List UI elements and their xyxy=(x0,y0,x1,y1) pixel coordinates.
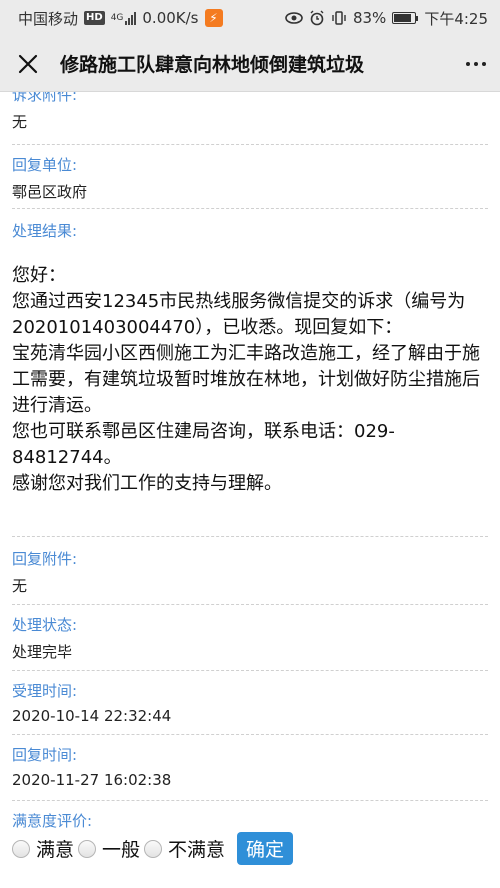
result-line: 感谢您对我们工作的支持与理解。 xyxy=(12,473,282,494)
more-dot-icon xyxy=(482,61,486,66)
page-title: 修路施工队肆意向林地倾倒建筑垃圾 xyxy=(60,54,365,76)
reply-time-label: 回复时间: xyxy=(12,746,78,764)
status-value: 处理完毕 xyxy=(12,643,73,661)
satisfaction-option-label: 一般 xyxy=(102,839,141,861)
appeal-attachment-label: 诉求附件: xyxy=(12,92,78,104)
alarm-icon xyxy=(310,10,324,26)
more-dot-icon xyxy=(474,61,478,66)
reply-unit-value: 鄠邑区政府 xyxy=(12,183,88,201)
satisfaction-radio-satisfied[interactable] xyxy=(12,839,30,858)
status-label: 处理状态: xyxy=(12,616,78,634)
appeal-attachment-field: 诉求附件: 无 xyxy=(12,92,77,132)
network-type: 4G xyxy=(110,13,124,23)
close-icon xyxy=(18,54,38,73)
result-line: 您好： xyxy=(12,265,66,286)
divider xyxy=(12,208,488,209)
result-line: 您通过西安12345市民热线服务微信提交的诉求（编号为2020101403004… xyxy=(12,291,466,338)
close-button[interactable] xyxy=(14,50,42,78)
hd-icon: HD xyxy=(84,11,105,25)
result-field: 处理结果: 您好： 您通过西安12345市民热线服务微信提交的诉求（编号为202… xyxy=(12,220,488,497)
detail-content: 诉求附件: 无 回复单位: 鄠邑区政府 处理结果: 您好： 您通过西安12345… xyxy=(0,92,500,888)
signal-icon xyxy=(125,11,137,25)
accept-time-value: 2020-10-14 22:32:44 xyxy=(12,707,172,725)
reply-time-value: 2020-11-27 16:02:38 xyxy=(12,771,172,789)
accept-time-field: 受理时间: 2020-10-14 22:32:44 xyxy=(12,680,171,725)
accept-time-label: 受理时间: xyxy=(12,682,78,700)
eye-icon xyxy=(285,12,303,24)
more-menu-button[interactable] xyxy=(446,50,486,78)
clock: 下午4:25 xyxy=(424,9,488,28)
battery-percent: 83% xyxy=(352,9,387,27)
divider xyxy=(12,670,488,671)
reply-time-field: 回复时间: 2020-11-27 16:02:38 xyxy=(12,744,171,789)
result-label: 处理结果: xyxy=(12,222,78,240)
satisfaction-radio-average[interactable] xyxy=(78,839,97,858)
divider xyxy=(12,800,488,801)
battery-icon xyxy=(392,12,419,24)
reply-attachment-value: 无 xyxy=(12,577,28,595)
satisfaction-rating: 满意 一般 不满意 确定 xyxy=(12,832,294,865)
appeal-attachment-value: 无 xyxy=(12,113,28,131)
result-body: 您好： 您通过西安12345市民热线服务微信提交的诉求（编号为202010140… xyxy=(12,263,488,497)
network-speed: 0.00K/s xyxy=(142,9,199,27)
title-bar: 修路施工队肆意向林地倾倒建筑垃圾 xyxy=(0,36,500,92)
reply-attachment-field: 回复附件: 无 xyxy=(12,548,77,596)
reply-unit-label: 回复单位: xyxy=(12,156,78,174)
result-line: 您也可联系鄠邑区住建局咨询，联系电话：029-84812744。 xyxy=(12,421,395,468)
satisfaction-radio-unsatisfied[interactable] xyxy=(144,839,163,858)
app-notification-icon: ⚡ xyxy=(204,9,223,27)
more-dot-icon xyxy=(466,61,470,66)
confirm-button[interactable]: 确定 xyxy=(237,832,294,865)
divider xyxy=(12,734,488,735)
divider xyxy=(12,144,488,145)
satisfaction-option-label: 满意 xyxy=(36,839,75,861)
status-field: 处理状态: 处理完毕 xyxy=(12,614,77,662)
satisfaction-label: 满意度评价: xyxy=(12,812,93,830)
status-bar: 中国移动 HD 4G 0.00K/s ⚡ 83% 下午4:25 xyxy=(0,0,500,36)
carrier-name: 中国移动 xyxy=(18,9,79,28)
result-line: 宝苑清华园小区西侧施工为汇丰路改造施工，经了解由于施工需要，有建筑垃圾暂时堆放在… xyxy=(12,343,480,416)
divider xyxy=(12,604,488,605)
satisfaction-option-label: 不满意 xyxy=(168,839,226,861)
vibrate-icon xyxy=(332,11,346,25)
divider xyxy=(12,536,488,537)
reply-unit-field: 回复单位: 鄠邑区政府 xyxy=(12,154,87,202)
satisfaction-field: 满意度评价: xyxy=(12,810,92,831)
reply-attachment-label: 回复附件: xyxy=(12,550,78,568)
